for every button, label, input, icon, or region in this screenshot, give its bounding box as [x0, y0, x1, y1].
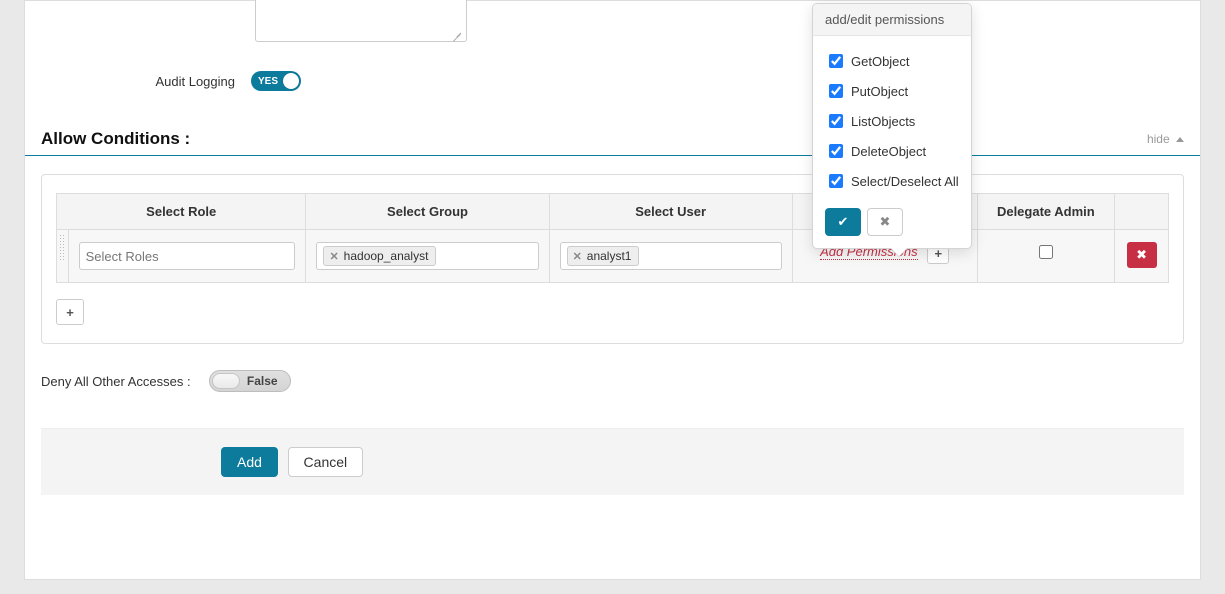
- perm-checkbox-putobject[interactable]: [829, 84, 843, 98]
- select-roles-input[interactable]: Select Roles: [79, 242, 296, 270]
- conditions-table: Select Role Select Group Select User Del…: [56, 193, 1169, 283]
- add-row-button[interactable]: +: [56, 299, 84, 325]
- remove-tag-icon[interactable]: ✕: [329, 250, 338, 263]
- check-icon: ✔: [838, 214, 849, 230]
- deny-all-label: Deny All Other Accesses :: [41, 374, 191, 389]
- resize-handle-icon[interactable]: [454, 29, 464, 39]
- perm-option[interactable]: Select/Deselect All: [825, 166, 959, 196]
- audit-logging-label: Audit Logging: [150, 74, 235, 89]
- toggle-knob-icon: [283, 73, 299, 89]
- delete-row-button[interactable]: ✖: [1127, 242, 1157, 268]
- toggle-knob-icon: [212, 373, 240, 389]
- perm-option[interactable]: ListObjects: [825, 106, 959, 136]
- perm-option[interactable]: DeleteObject: [825, 136, 959, 166]
- select-user-input[interactable]: ✕ analyst1: [560, 242, 782, 270]
- cancel-permissions-button[interactable]: ✖: [867, 208, 903, 236]
- col-user: Select User: [549, 194, 792, 230]
- user-tag[interactable]: ✕ analyst1: [567, 246, 640, 266]
- select-group-input[interactable]: ✕ hadoop_analyst: [316, 242, 538, 270]
- cancel-button[interactable]: Cancel: [288, 447, 364, 477]
- close-icon: ✖: [1136, 247, 1147, 263]
- allow-conditions-title: Allow Conditions :: [41, 129, 190, 149]
- perm-checkbox-deleteobject[interactable]: [829, 144, 843, 158]
- perm-checkbox-getobject[interactable]: [829, 54, 843, 68]
- audit-logging-toggle[interactable]: YES: [251, 71, 301, 91]
- col-role: Select Role: [57, 194, 306, 230]
- permissions-popover: add/edit permissions GetObject PutObject…: [812, 3, 972, 249]
- hide-section-link[interactable]: hide: [1147, 132, 1184, 146]
- group-tag[interactable]: ✕ hadoop_analyst: [323, 246, 436, 266]
- col-delete: [1115, 194, 1169, 230]
- form-button-bar: Add Cancel: [41, 428, 1184, 495]
- perm-option[interactable]: PutObject: [825, 76, 959, 106]
- close-icon: ✖: [880, 214, 891, 230]
- col-group: Select Group: [306, 194, 549, 230]
- perm-checkbox-listobjects[interactable]: [829, 114, 843, 128]
- col-delegate: Delegate Admin: [977, 194, 1114, 230]
- caret-up-icon: [1176, 137, 1184, 142]
- drag-handle-icon[interactable]: [59, 234, 65, 262]
- popover-title: add/edit permissions: [813, 4, 971, 36]
- add-button[interactable]: Add: [221, 447, 278, 477]
- perm-option[interactable]: GetObject: [825, 46, 959, 76]
- table-row: Select Roles ✕ hadoop_analyst: [57, 230, 1169, 283]
- audit-toggle-text: YES: [258, 76, 278, 87]
- allow-conditions-box: Select Role Select Group Select User Del…: [41, 174, 1184, 344]
- delegate-admin-checkbox[interactable]: [1039, 245, 1053, 259]
- confirm-permissions-button[interactable]: ✔: [825, 208, 861, 236]
- deny-all-toggle[interactable]: False: [209, 370, 291, 392]
- description-textarea[interactable]: [255, 0, 467, 42]
- perm-checkbox-selectall[interactable]: [829, 174, 843, 188]
- remove-tag-icon[interactable]: ✕: [573, 250, 582, 263]
